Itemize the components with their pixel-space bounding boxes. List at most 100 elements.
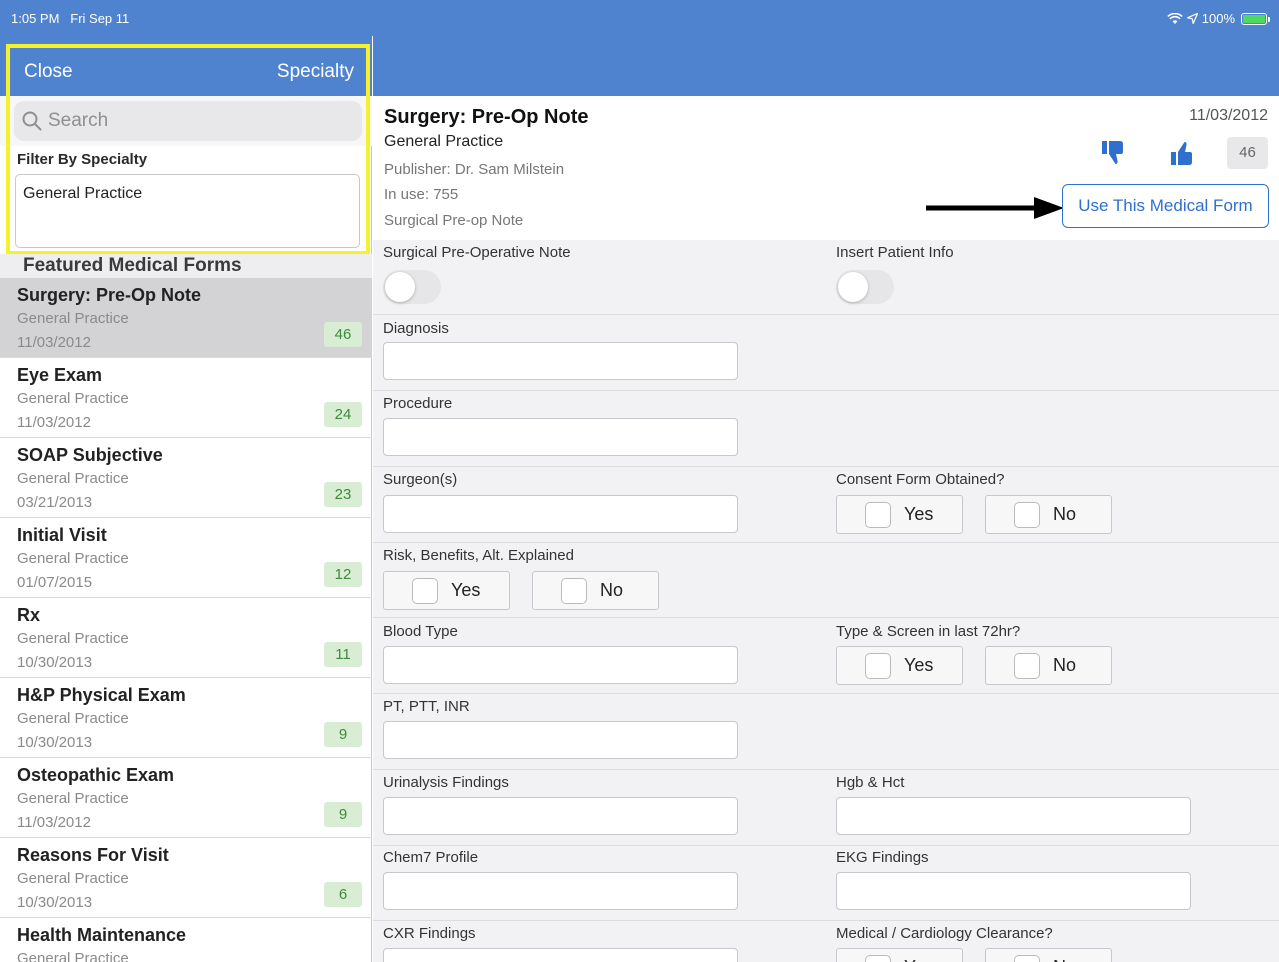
cxr-label: CXR Findings — [383, 925, 476, 942]
screen: Close Specialty Search Filter By Special… — [0, 0, 1279, 962]
form-item-title: Rx — [17, 605, 41, 625]
form-item-date: 10/30/2013 — [17, 734, 93, 751]
use-medical-form-button[interactable]: Use This Medical Form — [1062, 184, 1269, 228]
form-list-item[interactable]: Surgery: Pre-Op Note General Practice 11/0… — [0, 278, 372, 358]
form-date: 11/03/2012 — [1189, 107, 1268, 124]
featured-header: Featured Medical Forms — [0, 254, 372, 278]
form-list-item[interactable]: Eye Exam General Practice 11/03/2012 24 — [0, 358, 372, 438]
type-screen-no-label: No — [1053, 655, 1077, 675]
search-input[interactable]: Search — [14, 101, 362, 141]
main-nav-bar — [373, 36, 1279, 96]
hgb-input[interactable] — [836, 797, 1191, 835]
blood-type-label: Blood Type — [383, 623, 458, 640]
form-item-specialty: General Practice — [17, 470, 129, 487]
form-item-count-badge: 12 — [324, 562, 362, 587]
form-list-item[interactable]: Initial Visit General Practice 01/07/2015 1… — [0, 518, 372, 598]
form-item-specialty: General Practice — [17, 630, 129, 647]
form-item-title: Eye Exam — [17, 365, 103, 385]
rating-count: 46 — [1227, 137, 1268, 169]
form-item-date: 10/30/2013 — [17, 654, 93, 671]
chem7-input[interactable] — [383, 872, 738, 910]
form-item-title: H&P Physical Exam — [17, 685, 186, 705]
clearance-yes-checkbox[interactable]: Yes — [836, 948, 963, 962]
clearance-no-checkbox[interactable]: No — [985, 948, 1112, 962]
consent-no-label: No — [1053, 504, 1077, 524]
sidebar: Close Specialty Search Filter By Special… — [0, 0, 372, 962]
status-time-date: 1:05 PM Fri Sep 11 — [11, 11, 129, 26]
ekg-input[interactable] — [836, 872, 1191, 910]
surgical-note-toggle[interactable] — [383, 270, 441, 304]
pt-ptt-label: PT, PTT, INR — [383, 698, 470, 715]
form-item-title: Surgery: Pre-Op Note — [17, 285, 202, 305]
pt-ptt-input[interactable] — [383, 721, 738, 759]
diagnosis-label: Diagnosis — [383, 320, 449, 337]
chem7-label: Chem7 Profile — [383, 849, 479, 866]
form-item-count-badge: 24 — [324, 402, 362, 427]
form-item-count-badge: 46 — [324, 322, 362, 347]
risk-yes-label: Yes — [451, 580, 481, 600]
type-screen-label: Type & Screen in last 72hr? — [836, 623, 1021, 640]
form-item-title: Osteopathic Exam — [17, 765, 175, 785]
procedure-label: Procedure — [383, 395, 453, 412]
form-item-count-badge: 11 — [324, 642, 362, 667]
form-item-title: Initial Visit — [17, 525, 107, 545]
form-list-item[interactable]: Reasons For Visit General Practice 10/30/2… — [0, 838, 372, 918]
form-item-title: Health Maintenance — [17, 925, 187, 945]
surgeons-label: Surgeon(s) — [383, 471, 458, 488]
form-item-specialty: General Practice — [17, 310, 129, 327]
consent-no-checkbox[interactable]: No — [985, 495, 1112, 534]
insert-patient-toggle[interactable] — [836, 270, 894, 304]
form-item-specialty: General Practice — [17, 390, 129, 407]
consent-label: Consent Form Obtained? — [836, 471, 1005, 488]
blood-type-input[interactable] — [383, 646, 738, 684]
urinalysis-label: Urinalysis Findings — [383, 774, 509, 791]
thumbs-up-icon[interactable] — [1170, 140, 1196, 166]
form-list-item[interactable]: Health Maintenance General Practice — [0, 918, 372, 962]
risk-yes-checkbox[interactable]: Yes — [383, 571, 510, 610]
search-bar-container: Search — [0, 96, 372, 146]
insert-patient-label: Insert Patient Info — [836, 244, 954, 261]
ekg-label: EKG Findings — [836, 849, 929, 866]
status-date: Fri Sep 11 — [70, 11, 130, 26]
form-list-item[interactable]: H&P Physical Exam General Practice 10/30/2… — [0, 678, 372, 758]
thumbs-down-icon[interactable] — [1101, 140, 1127, 166]
risk-no-checkbox[interactable]: No — [532, 571, 659, 610]
clearance-yes-label: Yes — [904, 957, 933, 962]
sidebar-nav-bar: Close Specialty — [0, 36, 372, 96]
filter-label: Filter By Specialty — [17, 151, 148, 168]
form-item-date: 01/07/2015 — [17, 574, 93, 591]
surgical-note-label: Surgical Pre-Operative Note — [383, 244, 571, 261]
form-item-specialty: General Practice — [17, 710, 129, 727]
urinalysis-input[interactable] — [383, 797, 738, 835]
form-item-date: 11/03/2012 — [17, 814, 91, 831]
form-item-date: 03/21/2013 — [17, 494, 93, 511]
status-time: 1:05 PM — [11, 11, 60, 26]
main-pane: Surgery: Pre-Op Note General Practice Pu… — [373, 0, 1279, 962]
clearance-label: Medical / Cardiology Clearance? — [836, 925, 1053, 942]
consent-yes-checkbox[interactable]: Yes — [836, 495, 963, 534]
specialty-button[interactable]: Specialty — [277, 61, 354, 83]
form-list-item[interactable]: Rx General Practice 10/30/2013 11 — [0, 598, 372, 678]
form-list-item[interactable]: Osteopathic Exam General Practice 11/03/20… — [0, 758, 372, 838]
form-list-item[interactable]: SOAP Subjective General Practice 03/21/201… — [0, 438, 372, 518]
search-icon — [22, 111, 42, 131]
specialty-filter-field[interactable]: General Practice — [15, 174, 360, 248]
risk-label: Risk, Benefits, Alt. Explained — [383, 547, 574, 564]
type-screen-no-checkbox[interactable]: No — [985, 646, 1112, 685]
form-detail-header: Surgery: Pre-Op Note General Practice Pu… — [373, 96, 1279, 240]
form-item-date: 10/30/2013 — [17, 894, 93, 911]
type-screen-yes-checkbox[interactable]: Yes — [836, 646, 963, 685]
cxr-input[interactable] — [383, 948, 738, 962]
arrow-right-icon — [926, 197, 1064, 219]
close-button[interactable]: Close — [24, 61, 73, 83]
form-item-title: Reasons For Visit — [17, 845, 169, 865]
surgeons-input[interactable] — [383, 495, 738, 533]
form-item-title: SOAP Subjective — [17, 445, 163, 465]
form-in-use: In use: 755 — [384, 186, 459, 203]
procedure-input[interactable] — [383, 418, 738, 456]
form-item-count-badge: 6 — [324, 882, 362, 907]
form-subtitle: Surgical Pre-op Note — [384, 212, 524, 229]
diagnosis-input[interactable] — [383, 342, 738, 380]
form-item-specialty: General Practice — [17, 550, 129, 567]
clearance-no-label: No — [1053, 957, 1076, 962]
